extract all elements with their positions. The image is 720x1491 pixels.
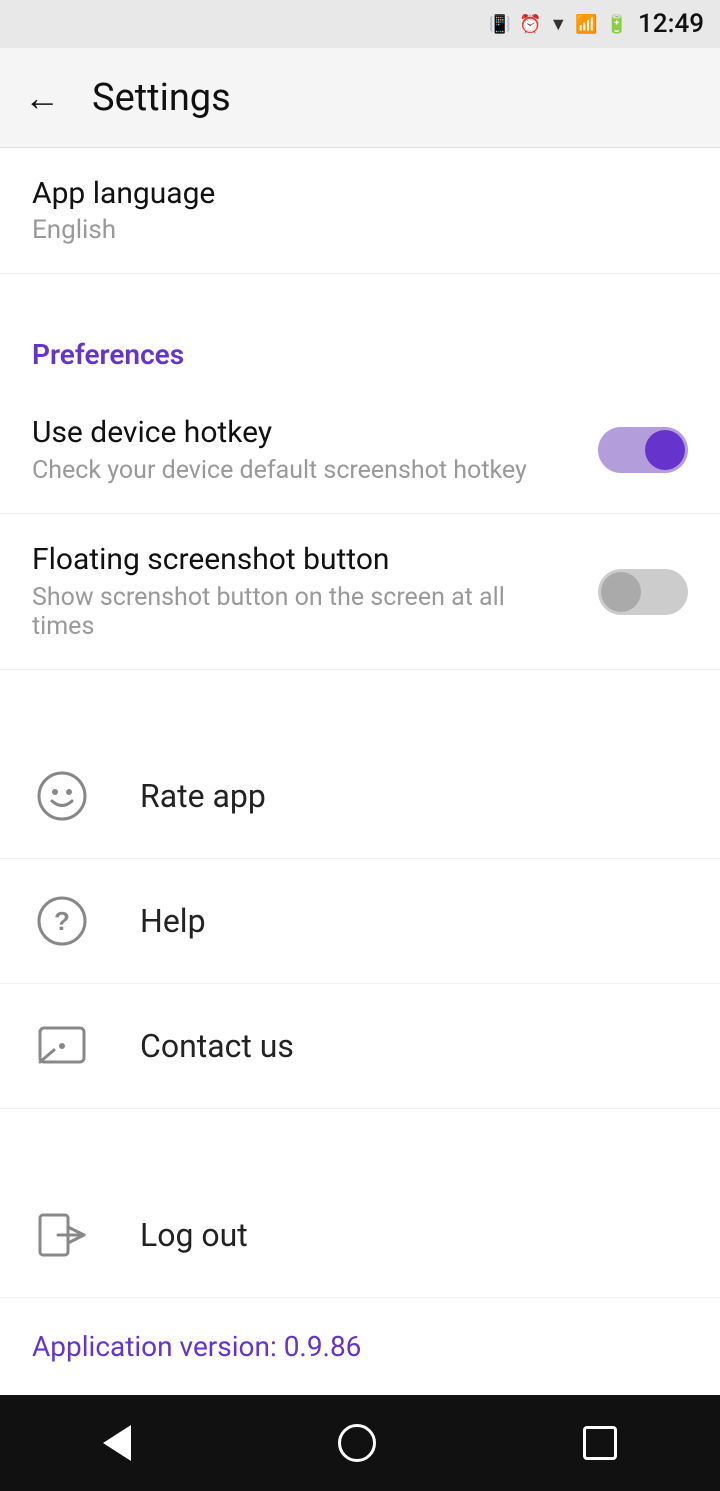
nav-home-icon xyxy=(338,1424,376,1462)
help-item[interactable]: ? Help xyxy=(0,859,720,984)
logout-item[interactable]: Log out xyxy=(0,1173,720,1298)
rate-app-label: Rate app xyxy=(140,777,266,815)
spacer-3 xyxy=(0,702,720,734)
app-version-section: Application version: 0.9.86 xyxy=(0,1298,720,1395)
spacer-1 xyxy=(0,274,720,306)
floating-button-desc: Show screnshot button on the screen at a… xyxy=(32,583,566,641)
signal-icon: 📶 xyxy=(575,14,597,35)
rate-app-item[interactable]: Rate app xyxy=(0,734,720,859)
nav-home-button[interactable] xyxy=(338,1424,376,1462)
nav-recents-icon xyxy=(583,1426,617,1460)
app-language-label: App language xyxy=(32,176,688,211)
preferences-title: Preferences xyxy=(32,338,688,371)
content-area: App language English Preferences Use dev… xyxy=(0,148,720,1395)
contact-icon xyxy=(32,1016,92,1076)
help-label: Help xyxy=(140,902,206,940)
vibrate-icon: 📳 xyxy=(489,14,511,35)
emoji-icon xyxy=(32,766,92,826)
bottom-nav xyxy=(0,1395,720,1491)
device-hotkey-desc: Check your device default screenshot hot… xyxy=(32,456,566,485)
device-hotkey-text: Use device hotkey Check your device defa… xyxy=(32,415,598,485)
status-icons: 📳 ⏰ ▼ 📶 🔋 xyxy=(489,14,629,35)
status-time: 12:49 xyxy=(638,9,704,39)
logout-icon xyxy=(32,1205,92,1265)
spacer-5 xyxy=(0,1141,720,1173)
spacer-2 xyxy=(0,670,720,702)
nav-recents-button[interactable] xyxy=(583,1426,617,1460)
svg-text:?: ? xyxy=(54,906,70,936)
device-hotkey-label: Use device hotkey xyxy=(32,415,566,450)
preferences-section-header: Preferences xyxy=(0,306,720,387)
nav-back-button[interactable] xyxy=(103,1425,131,1461)
floating-button-row: Floating screenshot button Show scrensho… xyxy=(0,514,720,670)
logout-label: Log out xyxy=(140,1216,248,1254)
floating-button-label: Floating screenshot button xyxy=(32,542,566,577)
device-hotkey-toggle[interactable] xyxy=(598,427,688,473)
floating-button-toggle[interactable] xyxy=(598,569,688,615)
floating-button-knob xyxy=(601,572,641,612)
status-bar: 📳 ⏰ ▼ 📶 🔋 12:49 xyxy=(0,0,720,48)
device-hotkey-knob xyxy=(645,430,685,470)
nav-back-icon xyxy=(103,1425,131,1461)
battery-icon: 🔋 xyxy=(606,14,628,35)
back-button[interactable]: ← xyxy=(24,80,60,116)
app-version-text: Application version: 0.9.86 xyxy=(32,1330,688,1363)
alarm-icon: ⏰ xyxy=(519,14,541,35)
floating-button-text: Floating screenshot button Show scrensho… xyxy=(32,542,598,641)
top-bar: ← Settings xyxy=(0,48,720,148)
contact-us-item[interactable]: Contact us xyxy=(0,984,720,1109)
spacer-4 xyxy=(0,1109,720,1141)
app-language-value: English xyxy=(32,215,688,245)
help-icon: ? xyxy=(32,891,92,951)
contact-us-label: Contact us xyxy=(140,1027,294,1065)
app-language-item[interactable]: App language English xyxy=(0,148,720,274)
device-hotkey-row: Use device hotkey Check your device defa… xyxy=(0,387,720,514)
page-title: Settings xyxy=(92,76,231,120)
wifi-icon: ▼ xyxy=(549,14,567,35)
